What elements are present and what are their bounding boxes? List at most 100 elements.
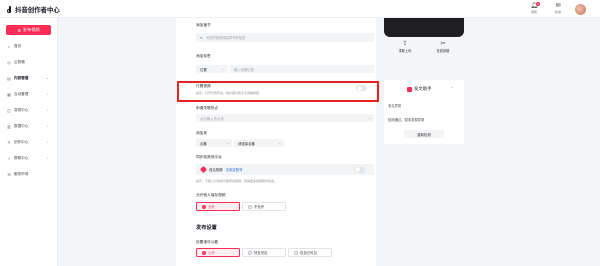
tag-type-value: 位置 bbox=[200, 67, 207, 72]
message-button[interactable]: ✉ 私信 bbox=[551, 3, 565, 14]
reupload-icon: ⇪ bbox=[402, 41, 408, 47]
chevron-down-icon: ⌄ bbox=[46, 124, 49, 128]
radio-selected-icon bbox=[202, 204, 206, 209]
sidebar-item[interactable]: ? 帮助中心 ⌄ bbox=[0, 154, 58, 162]
assistant-icon bbox=[407, 86, 412, 92]
online-clip-label: 在线剪辑 bbox=[436, 49, 450, 53]
bind-account-link[interactable]: 去绑定账号 bbox=[226, 167, 243, 172]
publish-settings-title: 发布设置 bbox=[196, 225, 217, 231]
visibility-friends-label: 好友可见 bbox=[254, 251, 268, 255]
reupload-button[interactable]: ⇪ 重新上传 bbox=[399, 40, 412, 53]
sidebar-nav: ⌂ 首页 ◎ 云剪辑 ▤ 内容管理 ⌄ ▦ 互动管理 ⌄ ◫ 变现中心 ⌄ ▥ 数据中心 ⌄ ✎ 创作中心 ⌄? 帮助… bbox=[0, 42, 58, 186]
clip-icon: ✂ bbox=[440, 41, 446, 47]
chevron-down-icon: ⌄ bbox=[226, 141, 229, 145]
highlight-box bbox=[177, 81, 379, 102]
chevron-down-icon: ⌄ bbox=[278, 141, 281, 145]
chevron-down-icon: ⌄ bbox=[222, 67, 225, 71]
online-clip-button[interactable]: ✂ 在线剪辑 bbox=[437, 40, 450, 53]
visibility-public-option[interactable]: 公开 bbox=[196, 248, 240, 257]
allow-save-option[interactable]: 允许 bbox=[196, 202, 240, 211]
deny-save-option[interactable]: 不允许 bbox=[242, 202, 286, 211]
assistant-detail: 检测通过，暂未发现异常 bbox=[388, 118, 425, 122]
publish-video-button[interactable]: ⊕ 发布视频 bbox=[6, 25, 51, 35]
radio-selected-icon bbox=[202, 250, 206, 255]
content-icon: ▤ bbox=[7, 75, 11, 81]
platform-name: 西瓜视频 bbox=[209, 168, 223, 172]
chapter-label: 添加章节 bbox=[196, 23, 211, 27]
xigua-logo-icon bbox=[199, 165, 208, 174]
visibility-private-option[interactable]: 仅自己可见 bbox=[288, 248, 332, 257]
chevron-down-icon: ⌄ bbox=[46, 76, 49, 80]
tag-label: 添加标签 bbox=[196, 54, 211, 58]
location-input[interactable]: 输入地理位置 bbox=[230, 65, 374, 73]
sidebar-item-label: 内容管理 bbox=[14, 75, 29, 80]
sidebar-item[interactable]: ▤ 内容管理 ⌄ bbox=[0, 74, 58, 82]
sidebar-item[interactable]: ⌂ 首页 bbox=[0, 42, 58, 50]
publish-assistant-panel: 发文助手 ⌃ 未见异常 检测通过，暂未发现异常 重新检测 bbox=[384, 80, 464, 144]
hotspot-placeholder: 点击输入热点词 bbox=[200, 116, 224, 121]
app-title: 抖音创作者中心 bbox=[15, 7, 60, 14]
sidebar-item[interactable]: ✎ 创作中心 ⌄ bbox=[0, 138, 58, 146]
sync-toggle[interactable] bbox=[354, 166, 365, 173]
visibility-public-label: 公开 bbox=[208, 251, 215, 255]
radio-icon bbox=[248, 204, 252, 209]
preview-tools: ⇪ 重新上传 ✂ 在线剪辑 bbox=[386, 40, 462, 53]
sidebar-item-label: 帮助中心 bbox=[14, 155, 29, 160]
reupload-label: 重新上传 bbox=[398, 49, 412, 53]
sidebar-item[interactable]: ☰ 服务市场 bbox=[0, 170, 58, 178]
chevron-down-icon: ⌄ bbox=[368, 116, 371, 120]
tag-type-select[interactable]: 位置 ⌄ bbox=[196, 65, 228, 73]
sidebar-item[interactable]: ◫ 变现中心 ⌄ bbox=[0, 106, 58, 114]
sidebar-item[interactable]: ▦ 互动管理 ⌄ bbox=[0, 90, 58, 98]
sidebar: ⊕ 发布视频 ⌂ 首页 ◎ 云剪辑 ▤ 内容管理 ⌄ ▦ 互动管理 ⌄ ◫ 变现中心 ⌄ ▥ 数据中心 ⌄ ✎ 创… bbox=[0, 18, 58, 266]
home-icon: ⌂ bbox=[7, 43, 11, 49]
help-icon: ? bbox=[7, 155, 11, 161]
visibility-label: 设置谁可以看 bbox=[196, 240, 219, 244]
collection-type-select[interactable]: 合集 ⌄ bbox=[196, 139, 232, 147]
video-preview[interactable] bbox=[384, 18, 464, 37]
hotspot-select[interactable]: 点击输入热点词 ⌄ bbox=[196, 114, 374, 122]
recheck-button[interactable]: 重新检测 bbox=[404, 130, 444, 138]
chevron-down-icon: ⌄ bbox=[46, 156, 49, 160]
sidebar-item-label: 变现中心 bbox=[14, 107, 29, 112]
collection-value: 请选择合集 bbox=[238, 141, 255, 146]
data-icon: ▥ bbox=[7, 123, 11, 129]
notification-button[interactable]: 🔔︎ 2 通知 bbox=[527, 2, 541, 14]
location-placeholder: 输入地理位置 bbox=[234, 67, 254, 72]
radio-icon bbox=[248, 250, 252, 255]
interaction-icon: ▦ bbox=[7, 91, 11, 97]
upload-form: 添加章节 ⊕ 为您的视频添加章节和描述 添加标签 位置 ⌄ 输入地理位置 付费视… bbox=[176, 18, 376, 266]
sidebar-item-label: 数据中心 bbox=[14, 123, 29, 128]
top-bar: 抖音创作者中心 🔔︎ 2 通知 ✉ 私信 bbox=[0, 0, 600, 18]
sidebar-item[interactable]: ◎ 云剪辑 bbox=[0, 58, 58, 66]
sidebar-item[interactable]: ▥ 数据中心 ⌄ bbox=[0, 122, 58, 130]
radio-icon bbox=[294, 250, 298, 255]
sidebar-item-label: 服务市场 bbox=[14, 171, 29, 176]
chevron-down-icon: ⌄ bbox=[46, 140, 49, 144]
chevron-up-icon[interactable]: ⌃ bbox=[451, 86, 454, 91]
platform-row: 西瓜视频 去绑定账号 bbox=[196, 164, 374, 175]
chevron-down-icon: ⌄ bbox=[46, 108, 49, 112]
chapter-input[interactable]: ⊕ 为您的视频添加章节和描述 bbox=[196, 33, 374, 42]
message-label: 私信 bbox=[554, 10, 561, 14]
app-logo[interactable]: 抖音创作者中心 bbox=[7, 5, 60, 14]
collection-type-value: 合集 bbox=[200, 141, 207, 146]
assistant-header: 发文助手 bbox=[407, 86, 432, 92]
visibility-friends-option[interactable]: 好友可见 bbox=[242, 248, 286, 257]
upload-icon: ⊕ bbox=[17, 27, 21, 33]
sidebar-item-label: 云剪辑 bbox=[14, 59, 25, 64]
avatar[interactable] bbox=[575, 4, 586, 15]
sidebar-item-label: 互动管理 bbox=[14, 91, 29, 96]
save-permission-label: 允许他人保存视频 bbox=[196, 193, 226, 197]
chat-icon: ✉ bbox=[555, 3, 561, 9]
sync-hint: 提示：不能入计划也可能申请视频，获得更多视频曝光机会。 bbox=[196, 179, 278, 183]
douyin-logo-icon bbox=[7, 6, 13, 13]
add-icon: ⊕ bbox=[200, 35, 203, 40]
sidebar-item-label: 创作中心 bbox=[14, 139, 29, 144]
visibility-private-label: 仅自己可见 bbox=[300, 251, 317, 255]
assistant-status: 未见异常 bbox=[388, 104, 402, 108]
collection-select[interactable]: 请选择合集 ⌄ bbox=[234, 139, 284, 147]
allow-save-label: 允许 bbox=[208, 205, 215, 209]
service-icon: ☰ bbox=[7, 171, 11, 177]
publish-video-label: 发布视频 bbox=[22, 27, 40, 32]
